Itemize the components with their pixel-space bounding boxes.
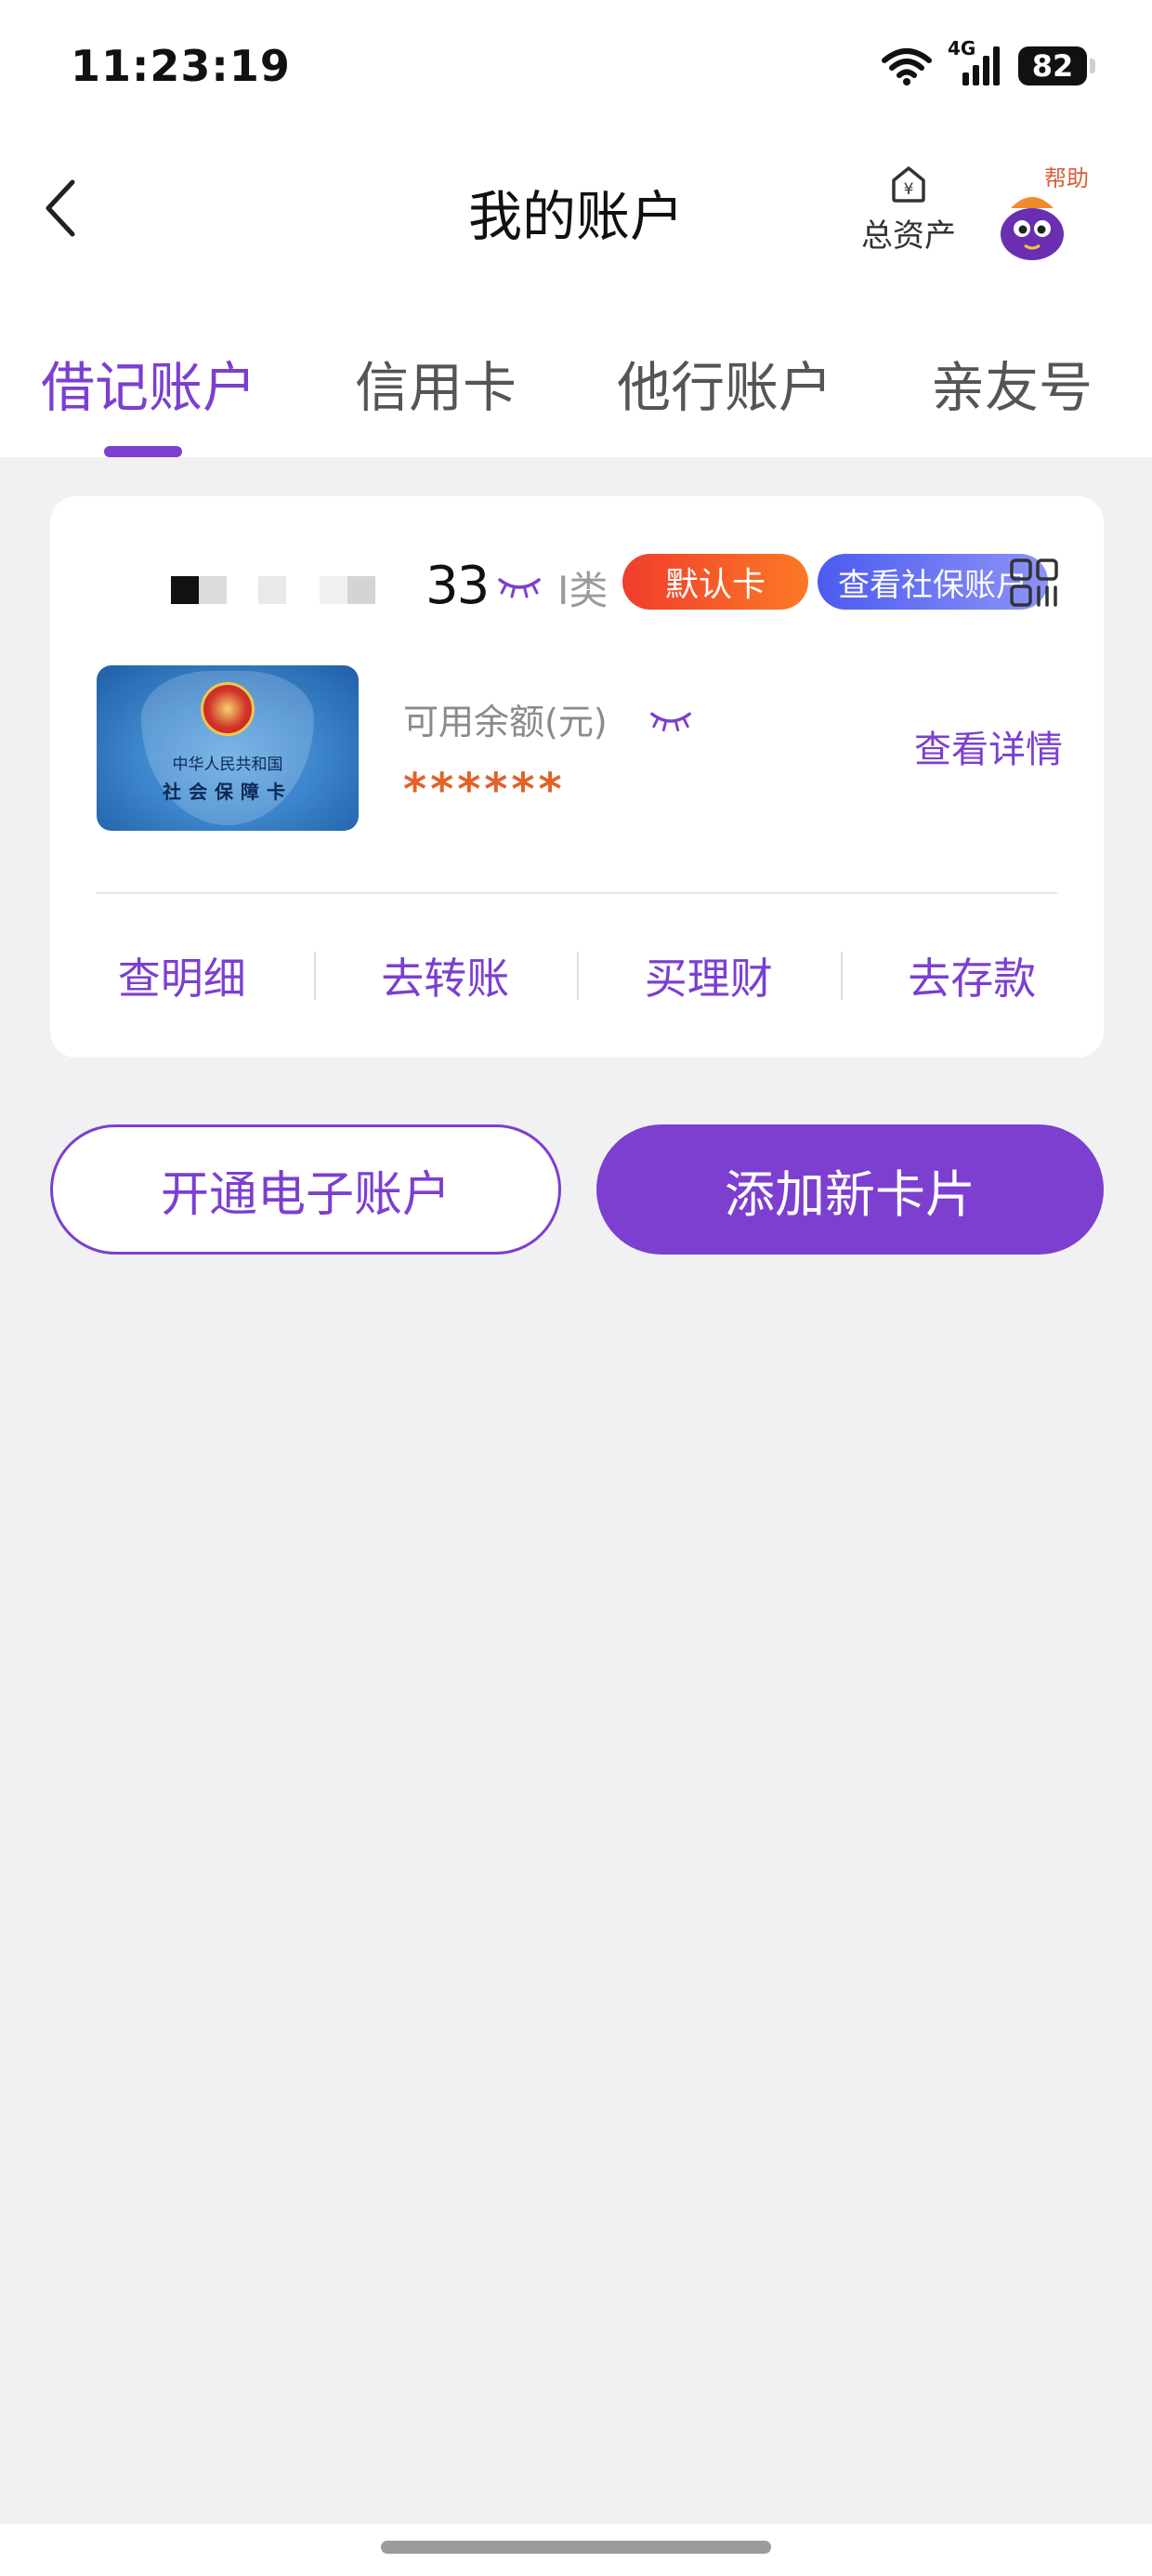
open-e-account-button[interactable]: 开通电子账户 <box>50 1124 561 1255</box>
tab-other-bank-account[interactable]: 他行账户 <box>617 344 832 422</box>
national-emblem-icon <box>201 682 255 736</box>
balance-value: ****** <box>403 764 566 816</box>
svg-text:¥: ¥ <box>904 180 914 199</box>
account-number-tail: 33 <box>425 556 490 616</box>
total-assets-button[interactable]: ¥ 总资产 <box>853 164 964 266</box>
masked-account-number <box>171 561 375 619</box>
action-buy-wealth[interactable]: 买理财 <box>577 939 841 1013</box>
home-indicator[interactable] <box>381 2541 771 2554</box>
action-query-details[interactable]: 查明细 <box>50 939 314 1013</box>
total-assets-label: 总资产 <box>861 217 956 255</box>
action-transfer[interactable]: 去转账 <box>313 939 578 1013</box>
account-class: I类 <box>557 568 609 613</box>
page-title: 我的账户 <box>467 185 684 248</box>
help-label: 帮助 <box>1041 160 1093 192</box>
status-time: 11:23:19 <box>71 41 291 91</box>
social-security-card-image[interactable]: 中华人民共和国 社会保障卡 <box>97 665 359 831</box>
card-actions: 查明细 去转账 买理财 去存款 <box>50 939 1104 1013</box>
mascot-icon <box>1001 197 1064 260</box>
action-deposit[interactable]: 去存款 <box>840 939 1105 1013</box>
help-button[interactable]: 帮助 <box>985 156 1106 260</box>
card-face-line1: 中华人民共和国 <box>172 756 283 774</box>
wifi-icon <box>882 48 932 85</box>
add-new-card-button[interactable]: 添加新卡片 <box>596 1124 1104 1255</box>
tab-family-account[interactable]: 亲友号 <box>931 344 1093 422</box>
default-card-badge: 默认卡 <box>622 554 808 610</box>
signal-icon: 4G <box>948 37 1001 87</box>
balance-label: 可用余额(元) <box>403 702 608 743</box>
tab-debit-account[interactable]: 借记账户 <box>41 344 256 422</box>
card-divider <box>97 892 1057 894</box>
active-tab-indicator <box>104 446 182 457</box>
qr-code-icon[interactable] <box>1009 558 1059 608</box>
card-face-line2: 社会保障卡 <box>163 781 293 803</box>
yen-house-icon: ¥ <box>892 166 925 203</box>
battery-icon: 82 <box>1018 46 1095 85</box>
status-icons: 4G 82 <box>881 37 1095 91</box>
view-detail-link[interactable]: 查看详情 <box>914 719 1063 773</box>
balance-eye-closed-icon[interactable] <box>648 708 693 732</box>
account-tabs: 借记账户 信用卡 他行账户 亲友号 <box>0 344 1152 446</box>
eye-closed-icon[interactable] <box>496 574 543 598</box>
tab-credit-card[interactable]: 信用卡 <box>355 344 517 422</box>
account-card: 33 I类 默认卡 查看社保账户 中华人民共和国 社会保障卡 可用余额(元) *… <box>50 496 1104 1058</box>
